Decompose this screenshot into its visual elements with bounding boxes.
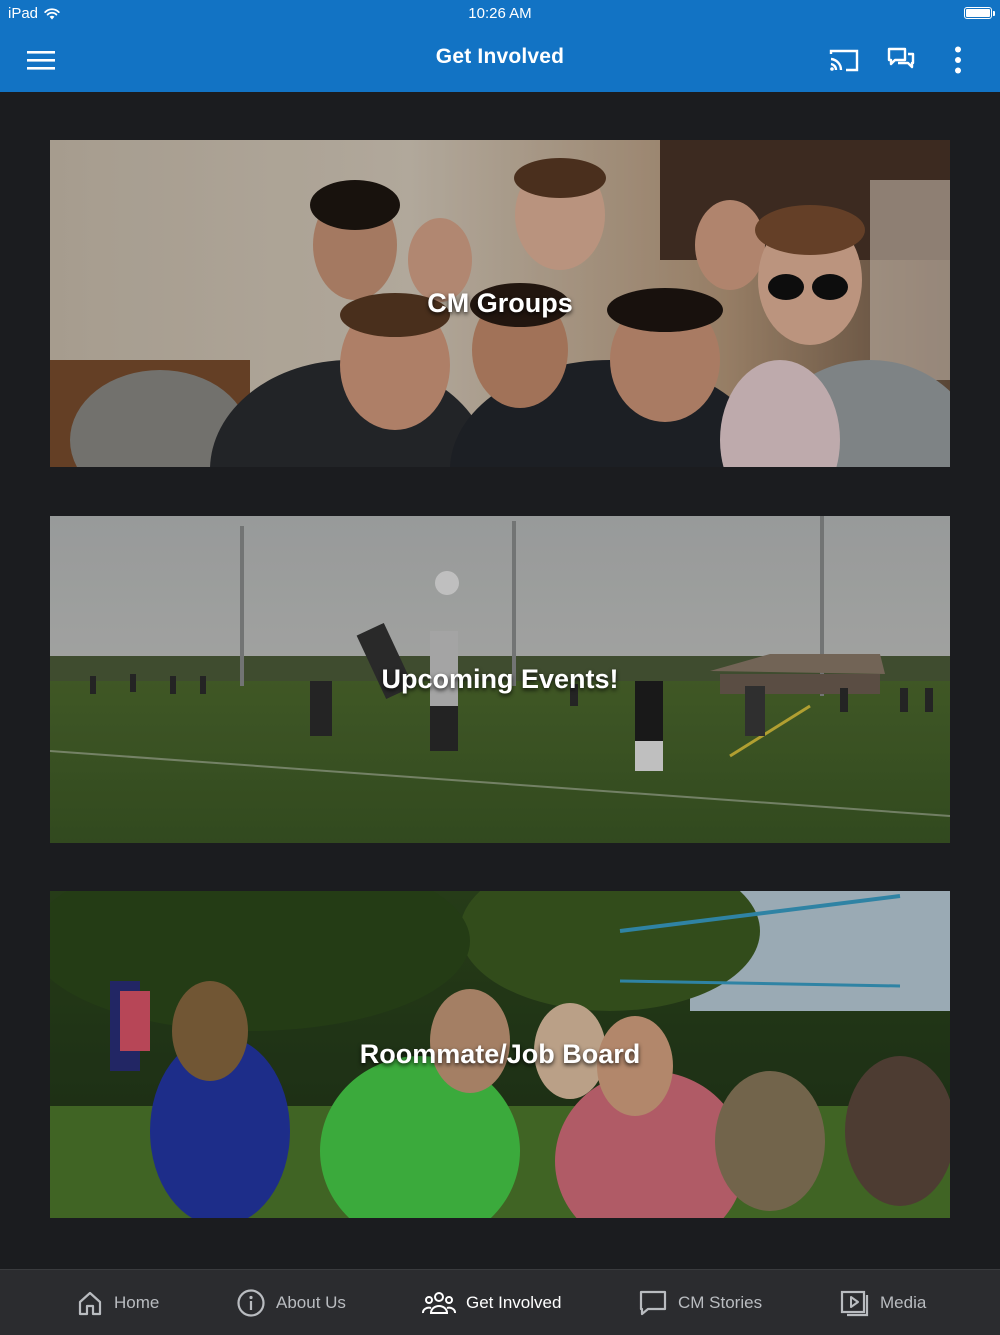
status-bar: iPad 10:26 AM bbox=[0, 0, 1000, 28]
tab-label: CM Stories bbox=[678, 1292, 763, 1312]
top-app-bar: iPad 10:26 AM Get Involved bbox=[0, 0, 1000, 92]
speech-bubble-icon bbox=[639, 1290, 667, 1315]
chat-bubbles-icon bbox=[887, 47, 915, 69]
people-group-icon bbox=[422, 1291, 456, 1314]
content-area: CM Groups Upcoming Events! Roommate/Job … bbox=[0, 92, 1000, 1269]
home-icon bbox=[78, 1291, 102, 1315]
cast-icon bbox=[829, 49, 859, 72]
tab-label: Media bbox=[880, 1292, 927, 1312]
battery-icon bbox=[964, 7, 995, 19]
status-time: 10:26 AM bbox=[468, 5, 532, 22]
tab-home[interactable]: Home bbox=[76, 1270, 159, 1335]
cast-button[interactable] bbox=[826, 42, 862, 78]
tab-cm-stories[interactable]: CM Stories bbox=[638, 1270, 762, 1335]
bottom-tab-bar: Home About Us Get Involved CM Stories Me… bbox=[0, 1269, 1000, 1335]
info-icon bbox=[237, 1288, 265, 1317]
chat-button[interactable] bbox=[883, 42, 919, 78]
card-title: CM Groups bbox=[427, 287, 573, 318]
tab-media[interactable]: Media bbox=[840, 1270, 926, 1335]
tab-about-us[interactable]: About Us bbox=[236, 1270, 346, 1335]
tab-label: Get Involved bbox=[466, 1292, 562, 1312]
navigation-row: Get Involved bbox=[0, 28, 1000, 90]
cm-groups-card[interactable]: CM Groups bbox=[50, 140, 950, 467]
more-options-button[interactable] bbox=[940, 42, 976, 78]
tab-label: Home bbox=[114, 1292, 160, 1312]
card-title: Roommate/Job Board bbox=[359, 1038, 641, 1069]
upcoming-events-card[interactable]: Upcoming Events! bbox=[50, 516, 950, 843]
card-title: Upcoming Events! bbox=[381, 663, 619, 694]
more-vertical-icon bbox=[955, 46, 961, 74]
tab-get-involved[interactable]: Get Involved bbox=[422, 1270, 561, 1335]
tab-label: About Us bbox=[276, 1292, 346, 1312]
media-play-icon bbox=[840, 1290, 869, 1316]
roommate-job-board-card[interactable]: Roommate/Job Board bbox=[50, 891, 950, 1218]
